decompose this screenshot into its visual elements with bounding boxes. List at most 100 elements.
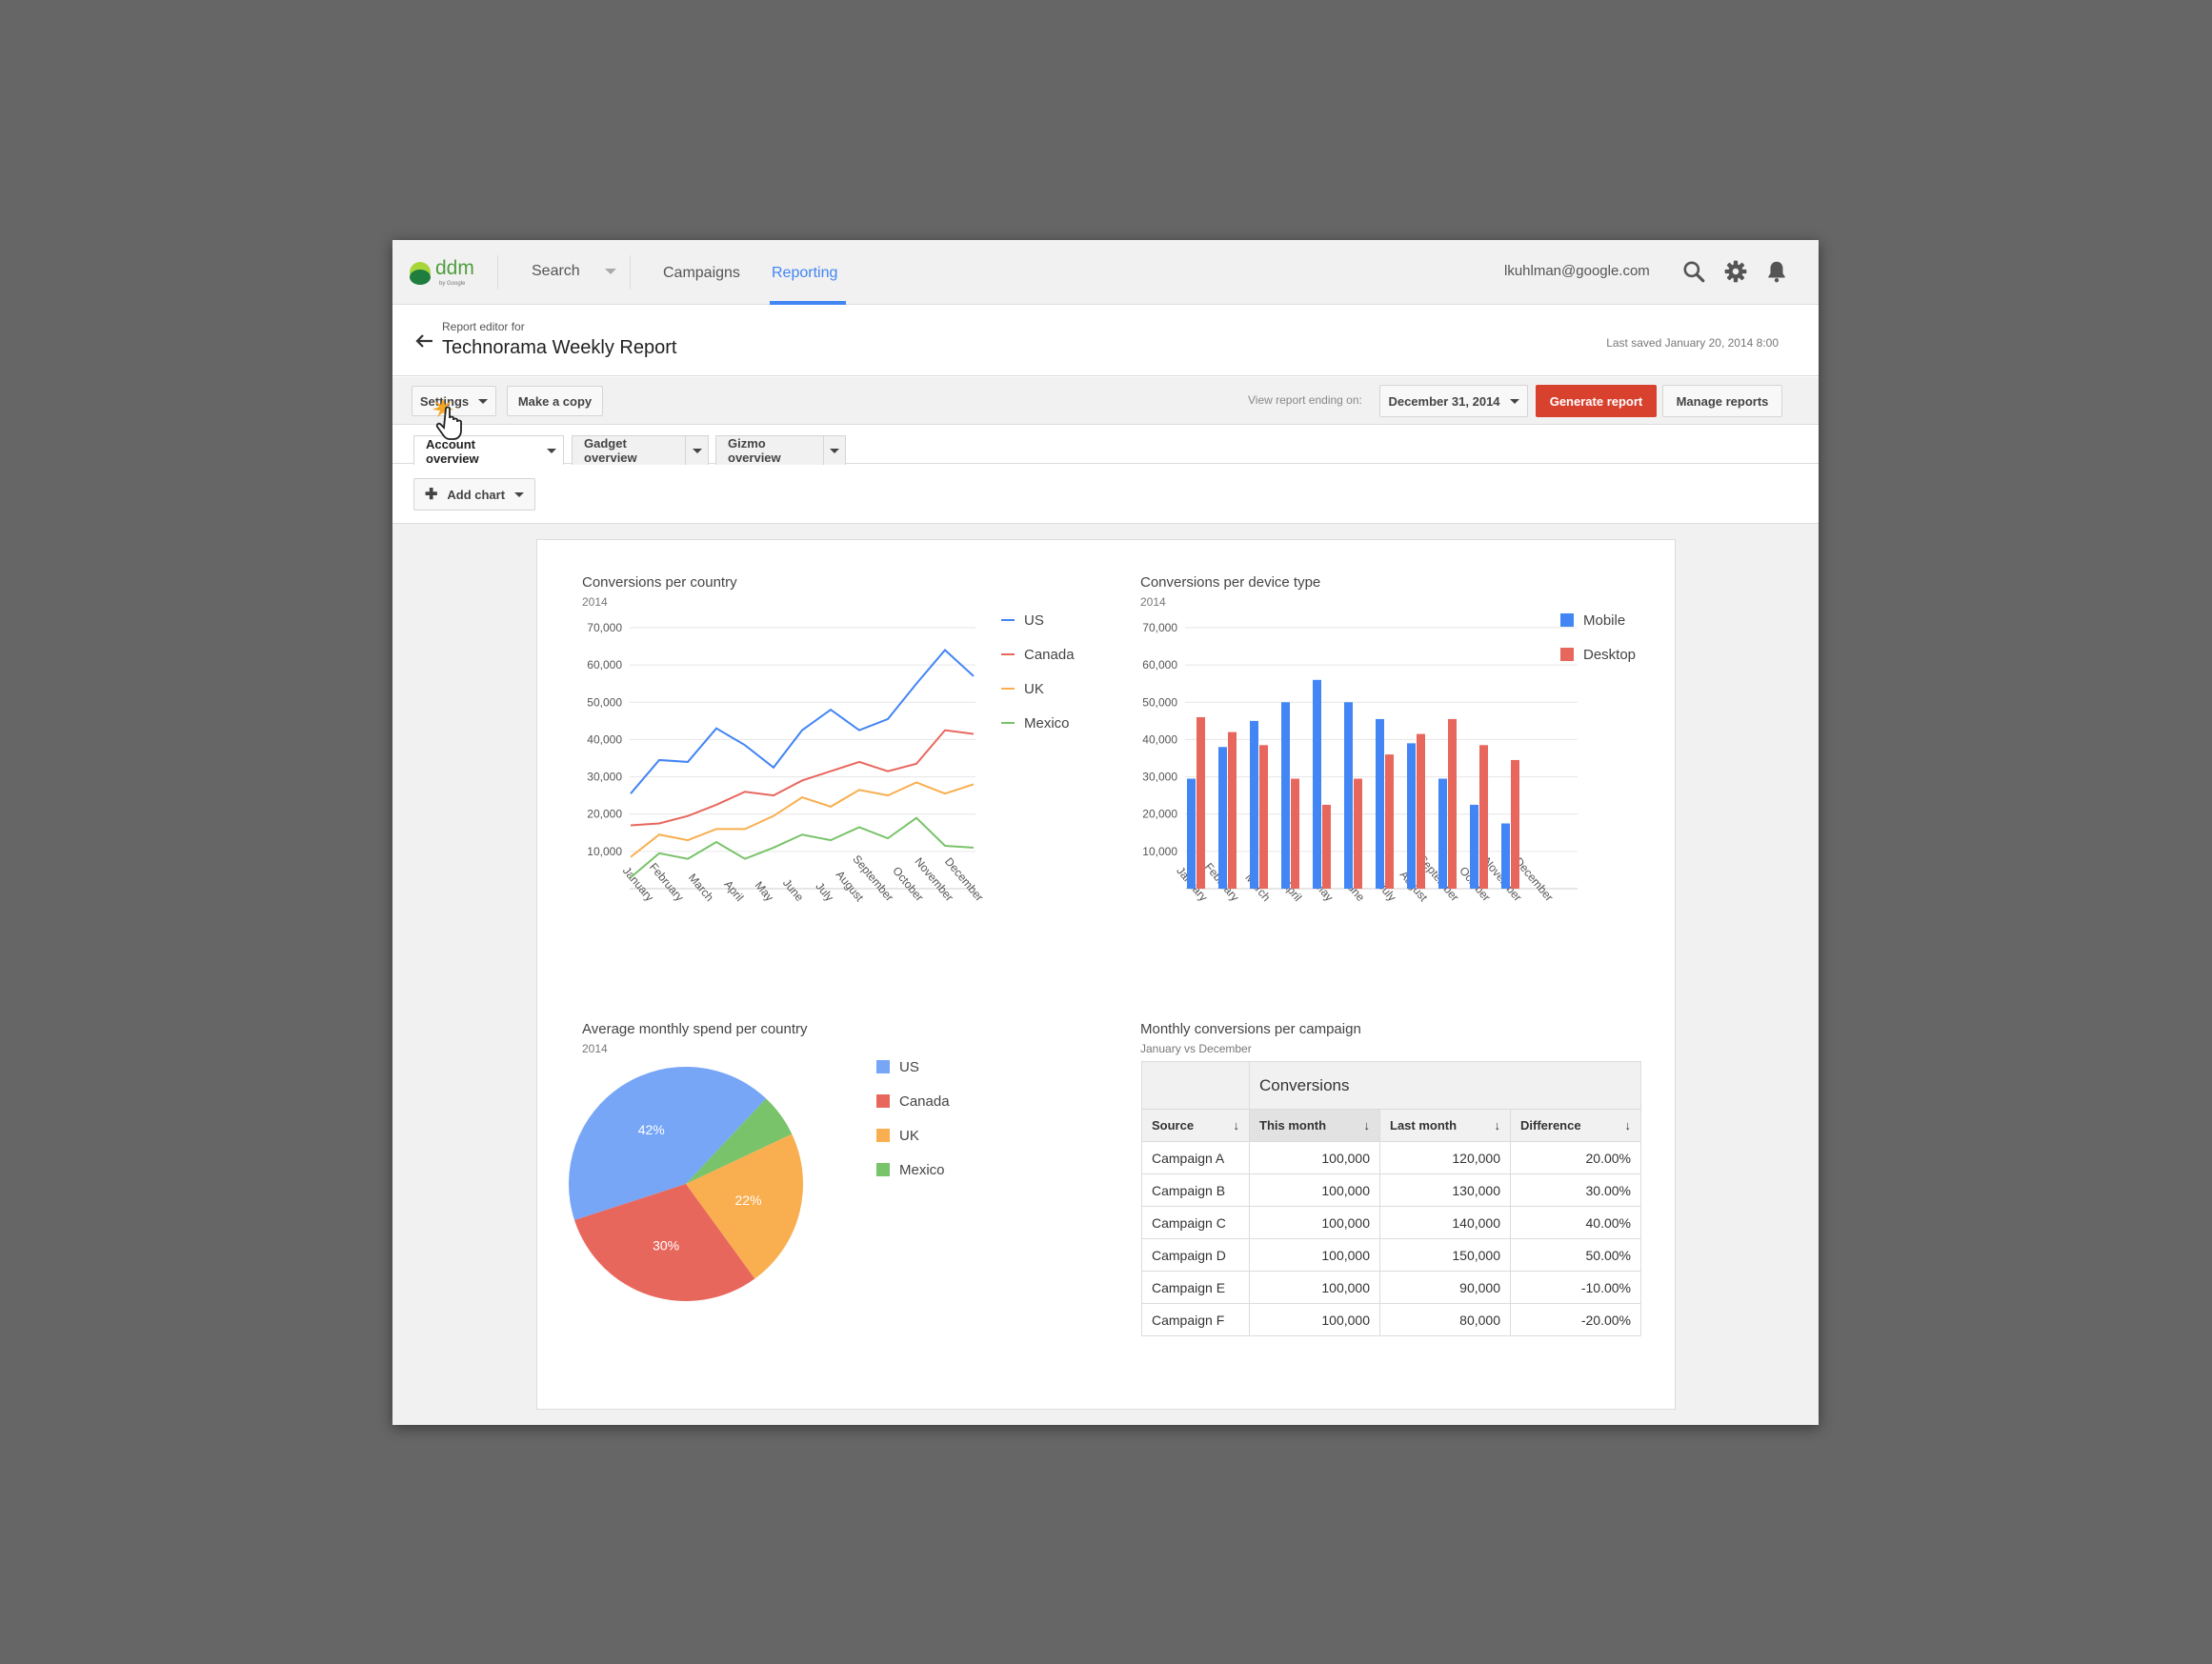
table-cell: 20.00% xyxy=(1510,1141,1641,1174)
y-tick-label: 30,000 xyxy=(1142,771,1177,784)
tab-label: Gizmo overview xyxy=(728,436,781,465)
chevron-down-icon xyxy=(478,398,489,404)
chevron-down-icon[interactable] xyxy=(685,436,708,465)
tab-gadget-overview[interactable]: Gadget overview xyxy=(572,435,709,465)
table-cell: 130,000 xyxy=(1379,1173,1511,1207)
divider xyxy=(497,255,498,290)
column-header-this-month[interactable]: This month ↓ xyxy=(1249,1109,1380,1142)
bar-mobile xyxy=(1281,702,1290,889)
table-cell: 40.00% xyxy=(1510,1206,1641,1239)
bar-chart-subtitle: 2014 xyxy=(1140,595,1166,609)
date-selector[interactable]: December 31, 2014 xyxy=(1379,385,1528,417)
bell-icon[interactable] xyxy=(1764,259,1789,284)
settings-button[interactable]: Settings xyxy=(412,386,496,416)
legend-item-mobile: Mobile xyxy=(1560,603,1636,637)
y-tick-label: 60,000 xyxy=(587,658,622,672)
nav-search-dropdown[interactable]: Search xyxy=(532,263,616,280)
line-chart-subtitle: 2014 xyxy=(582,595,608,609)
title-area: Report editor for Technorama Weekly Repo… xyxy=(392,306,1819,376)
logo-sub: by Google xyxy=(439,281,466,287)
search-icon[interactable] xyxy=(1681,259,1706,284)
pie-chart-legend: US Canada UK Mexico xyxy=(876,1050,950,1187)
gear-icon[interactable] xyxy=(1723,259,1748,284)
user-email[interactable]: lkuhlman@google.com xyxy=(1504,263,1650,279)
table-cell: 100,000 xyxy=(1249,1238,1380,1272)
table-row: Campaign D 100,000 150,000 50.00% xyxy=(1141,1238,1641,1272)
bar-desktop xyxy=(1322,804,1331,889)
table-cell: 100,000 xyxy=(1249,1206,1380,1239)
pie-label-uk: 22% xyxy=(735,1193,762,1208)
active-nav-indicator xyxy=(770,301,846,305)
bar-chart-legend: Mobile Desktop xyxy=(1560,603,1636,672)
table-cell: Campaign E xyxy=(1141,1271,1250,1304)
chevron-down-icon[interactable] xyxy=(822,436,845,465)
table-row: Campaign A 100,000 120,000 20.00% xyxy=(1141,1141,1641,1174)
bar-desktop xyxy=(1385,754,1394,889)
y-tick-label: 20,000 xyxy=(1142,808,1177,821)
nav-search-label: Search xyxy=(532,263,580,279)
table-row: Campaign F 100,000 80,000 -20.00% xyxy=(1141,1303,1641,1336)
nav-reporting[interactable]: Reporting xyxy=(772,265,837,282)
chevron-down-icon[interactable] xyxy=(539,436,563,466)
legend-item-us: US xyxy=(876,1050,950,1084)
make-copy-button[interactable]: Make a copy xyxy=(507,386,603,416)
bar-desktop xyxy=(1511,759,1519,889)
x-tick-label: July xyxy=(813,880,835,904)
bar-mobile xyxy=(1438,778,1447,889)
table-cell: 140,000 xyxy=(1379,1206,1511,1239)
generate-report-button[interactable]: Generate report xyxy=(1536,385,1657,417)
legend-item-canada: Canada xyxy=(1001,637,1075,672)
bar-desktop xyxy=(1291,778,1299,889)
table-cell: 100,000 xyxy=(1249,1141,1380,1174)
last-saved-text: Last saved January 20, 2014 8:00 xyxy=(1606,336,1779,350)
column-header-source[interactable]: Source ↓ xyxy=(1141,1109,1250,1142)
add-chart-button[interactable]: ✚ Add chart xyxy=(413,478,535,511)
table-cell: 100,000 xyxy=(1249,1271,1380,1304)
bar-desktop xyxy=(1196,716,1205,889)
table-row: Campaign B 100,000 130,000 30.00% xyxy=(1141,1173,1641,1207)
x-tick-label: April xyxy=(721,878,746,904)
arrow-down-icon: ↓ xyxy=(1363,1118,1371,1133)
table-title: Monthly conversions per campaign xyxy=(1140,1021,1361,1037)
back-arrow-icon[interactable] xyxy=(415,332,434,350)
table-cell: 100,000 xyxy=(1249,1173,1380,1207)
ddm-logo[interactable]: ddm by Google xyxy=(410,253,486,291)
date-value: December 31, 2014 xyxy=(1388,393,1500,409)
y-tick-label: 30,000 xyxy=(587,771,622,784)
table-corner xyxy=(1141,1061,1250,1110)
arrow-down-icon: ↓ xyxy=(1233,1118,1240,1133)
column-header-last-month[interactable]: Last month ↓ xyxy=(1379,1109,1511,1142)
table-cell: 150,000 xyxy=(1379,1238,1511,1272)
arrow-down-icon: ↓ xyxy=(1494,1118,1501,1133)
tab-gizmo-overview[interactable]: Gizmo overview xyxy=(715,435,846,465)
add-chart-row: ✚ Add chart xyxy=(392,465,1819,524)
column-header-difference[interactable]: Difference ↓ xyxy=(1510,1109,1641,1142)
table-row: Campaign C 100,000 140,000 40.00% xyxy=(1141,1206,1641,1239)
y-tick-label: 40,000 xyxy=(1142,732,1177,746)
bar-desktop xyxy=(1479,745,1488,889)
table-cell: 80,000 xyxy=(1379,1303,1511,1336)
bar-desktop xyxy=(1259,745,1268,889)
conversions-table: Conversions Source ↓ This month ↓ Last mon… xyxy=(1141,1061,1641,1336)
bar-desktop xyxy=(1417,733,1425,889)
chevron-down-icon xyxy=(514,491,525,497)
table-body: Campaign A 100,000 120,000 20.00% Campaign B… xyxy=(1141,1141,1641,1336)
y-tick-label: 60,000 xyxy=(1142,658,1177,672)
legend-item-desktop: Desktop xyxy=(1560,637,1636,672)
bar-mobile xyxy=(1376,718,1384,889)
table-cell: Campaign C xyxy=(1141,1206,1250,1239)
y-tick-label: 70,000 xyxy=(587,621,622,634)
bar-desktop xyxy=(1448,718,1457,889)
y-tick-label: 50,000 xyxy=(1142,695,1177,709)
y-tick-label: 70,000 xyxy=(1142,621,1177,634)
add-chart-label: Add chart xyxy=(447,487,506,502)
divider xyxy=(630,255,631,290)
bar-desktop xyxy=(1228,732,1237,889)
series-line-canada xyxy=(630,729,975,827)
table-cell: 90,000 xyxy=(1379,1271,1511,1304)
nav-campaigns[interactable]: Campaigns xyxy=(663,265,740,282)
manage-reports-button[interactable]: Manage reports xyxy=(1662,385,1782,417)
tab-account-overview[interactable]: Account overview xyxy=(413,435,564,466)
plus-icon: ✚ xyxy=(424,487,438,503)
table-cell: Campaign A xyxy=(1141,1141,1250,1174)
